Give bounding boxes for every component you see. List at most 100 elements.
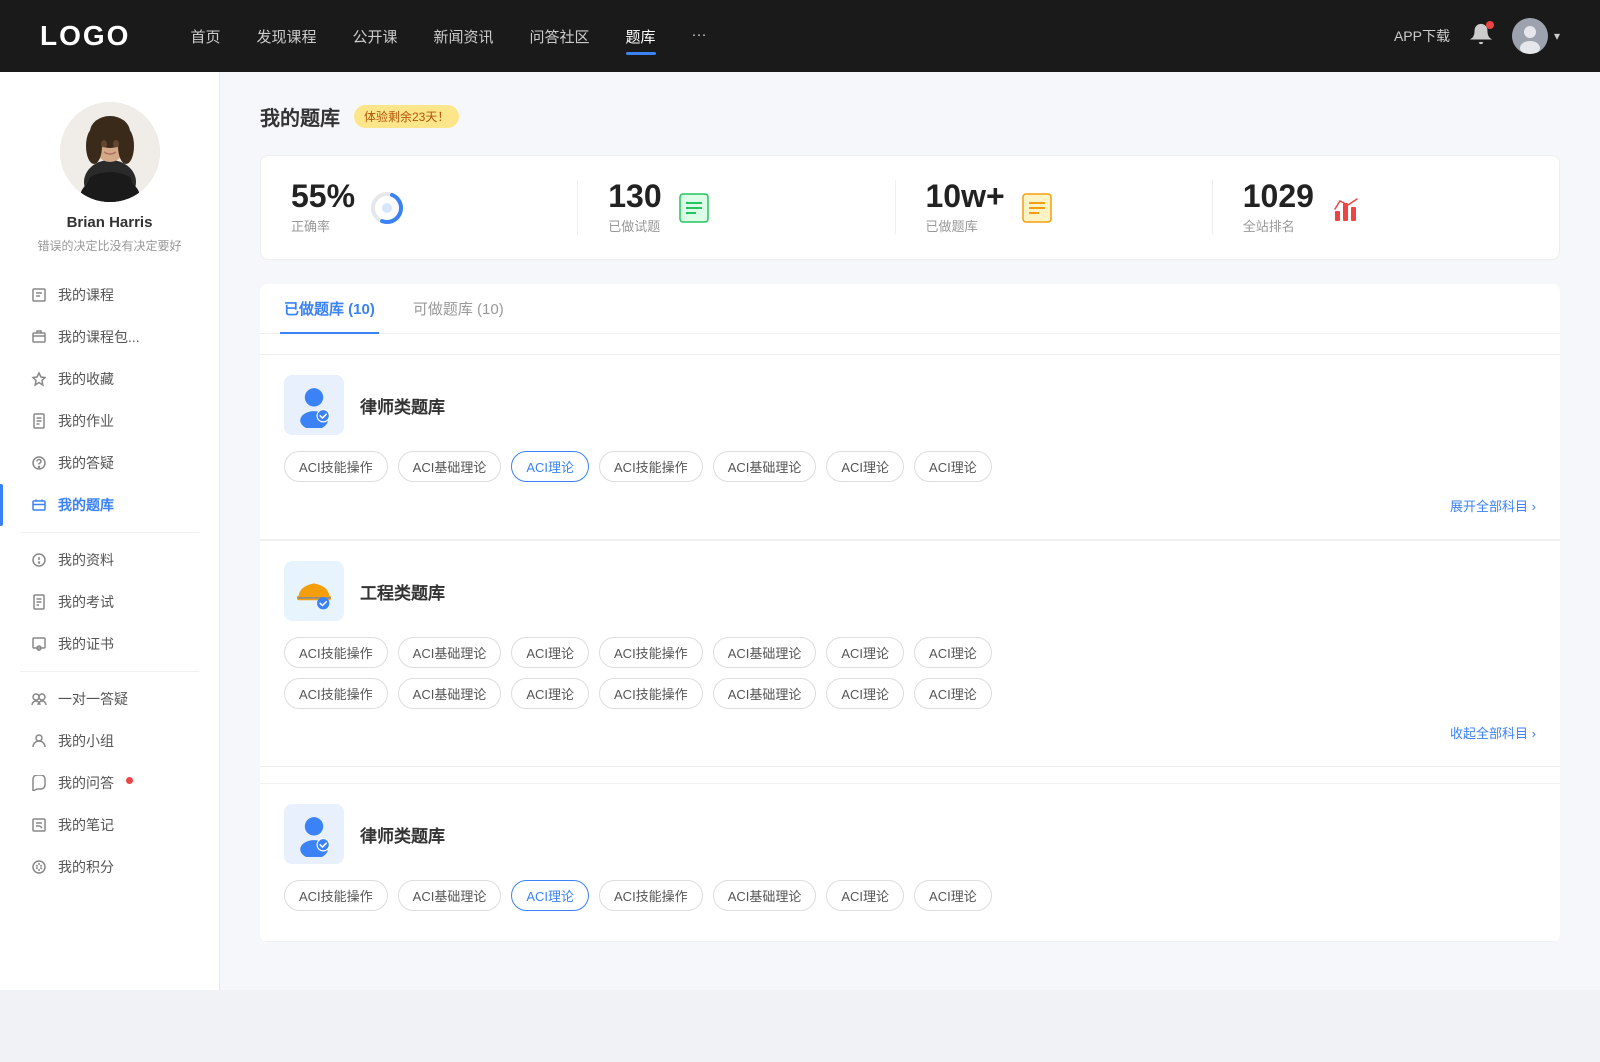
stat-rank-label: 全站排名 bbox=[1243, 216, 1314, 235]
notification-bell[interactable] bbox=[1470, 23, 1492, 50]
tag-1b-2[interactable]: ACI理论 bbox=[511, 678, 589, 709]
tag-2-5[interactable]: ACI理论 bbox=[826, 880, 904, 911]
star-icon bbox=[30, 370, 48, 388]
tag-2-1[interactable]: ACI基础理论 bbox=[398, 880, 502, 911]
qa-notification-dot bbox=[126, 777, 133, 784]
tags-row-1a: ACI技能操作 ACI基础理论 ACI理论 ACI技能操作 ACI基础理论 AC… bbox=[284, 637, 1536, 668]
homework-icon bbox=[30, 412, 48, 430]
bank-icon-person-0 bbox=[284, 375, 344, 435]
sidebar-item-label: 我的考试 bbox=[58, 592, 114, 612]
tag-0-5[interactable]: ACI理论 bbox=[826, 451, 904, 482]
sidebar-item-homework[interactable]: 我的作业 bbox=[0, 400, 219, 442]
exam-icon bbox=[30, 593, 48, 611]
sidebar-item-bank[interactable]: 我的题库 bbox=[0, 484, 219, 526]
nav-home[interactable]: 首页 bbox=[190, 22, 220, 51]
sidebar-item-label: 我的课程 bbox=[58, 285, 114, 305]
stat-rank-value: 1029 bbox=[1243, 180, 1314, 212]
nav-open-course[interactable]: 公开课 bbox=[352, 22, 397, 51]
sidebar-item-exam[interactable]: 我的考试 bbox=[0, 581, 219, 623]
group-icon bbox=[30, 732, 48, 750]
sidebar: Brian Harris 错误的决定比没有决定要好 我的课程 bbox=[0, 72, 220, 990]
stat-done-banks-value: 10w+ bbox=[926, 180, 1005, 212]
tag-1b-5[interactable]: ACI理论 bbox=[826, 678, 904, 709]
nav-news[interactable]: 新闻资讯 bbox=[434, 22, 494, 51]
sidebar-divider bbox=[20, 532, 199, 533]
app-download-link[interactable]: APP下载 bbox=[1394, 26, 1450, 46]
sidebar-item-label: 我的收藏 bbox=[58, 369, 114, 389]
sidebar-item-material[interactable]: 我的资料 bbox=[0, 539, 219, 581]
tag-1a-5[interactable]: ACI理论 bbox=[826, 637, 904, 668]
points-icon bbox=[30, 858, 48, 876]
nav-qa[interactable]: 问答社区 bbox=[530, 22, 590, 51]
tag-1a-2[interactable]: ACI理论 bbox=[511, 637, 589, 668]
question-icon bbox=[30, 774, 48, 792]
rank-chart-icon bbox=[1328, 190, 1364, 226]
bank-card-header-2: 律师类题库 bbox=[284, 804, 1536, 864]
nav-discover[interactable]: 发现课程 bbox=[256, 22, 316, 51]
sidebar-item-group[interactable]: 我的小组 bbox=[0, 720, 219, 762]
bank-icon-person-2 bbox=[284, 804, 344, 864]
tag-2-6[interactable]: ACI理论 bbox=[914, 880, 992, 911]
tag-0-1[interactable]: ACI基础理论 bbox=[398, 451, 502, 482]
tag-1b-1[interactable]: ACI基础理论 bbox=[398, 678, 502, 709]
bank-title-1: 工程类题库 bbox=[360, 579, 445, 604]
nav-bank[interactable]: 题库 bbox=[626, 22, 656, 51]
tag-0-3[interactable]: ACI技能操作 bbox=[599, 451, 703, 482]
questions-icon bbox=[676, 190, 712, 226]
tag-0-6[interactable]: ACI理论 bbox=[914, 451, 992, 482]
tag-1b-6[interactable]: ACI理论 bbox=[914, 678, 992, 709]
sidebar-item-label: 我的题库 bbox=[58, 495, 114, 515]
bank-icon-hardhat-1 bbox=[284, 561, 344, 621]
stat-accuracy: 55% 正确率 bbox=[291, 180, 578, 235]
tag-1b-4[interactable]: ACI基础理论 bbox=[713, 678, 817, 709]
tag-2-4[interactable]: ACI基础理论 bbox=[713, 880, 817, 911]
tag-1b-3[interactable]: ACI技能操作 bbox=[599, 678, 703, 709]
nav-more[interactable]: ··· bbox=[692, 22, 707, 51]
tag-1a-3[interactable]: ACI技能操作 bbox=[599, 637, 703, 668]
tag-1b-0[interactable]: ACI技能操作 bbox=[284, 678, 388, 709]
material-icon bbox=[30, 551, 48, 569]
sidebar-item-course[interactable]: 我的课程 bbox=[0, 274, 219, 316]
sidebar-item-package[interactable]: 我的课程包... bbox=[0, 316, 219, 358]
sidebar-item-favorites[interactable]: 我的收藏 bbox=[0, 358, 219, 400]
chevron-down-icon: ▾ bbox=[1554, 29, 1560, 43]
tag-1a-0[interactable]: ACI技能操作 bbox=[284, 637, 388, 668]
sidebar-item-label: 我的问答 bbox=[58, 773, 114, 793]
sidebar-item-my-qa[interactable]: 我的问答 bbox=[0, 762, 219, 804]
tag-1a-1[interactable]: ACI基础理论 bbox=[398, 637, 502, 668]
tab-done[interactable]: 已做题库 (10) bbox=[280, 284, 379, 333]
tag-0-0[interactable]: ACI技能操作 bbox=[284, 451, 388, 482]
tag-1a-4[interactable]: ACI基础理论 bbox=[713, 637, 817, 668]
tag-2-2[interactable]: ACI理论 bbox=[511, 880, 589, 911]
sidebar-item-label: 我的笔记 bbox=[58, 815, 114, 835]
collapse-link-1[interactable]: 收起全部科目 › bbox=[284, 719, 1536, 746]
tags-row-2: ACI技能操作 ACI基础理论 ACI理论 ACI技能操作 ACI基础理论 AC… bbox=[284, 880, 1536, 911]
tag-2-3[interactable]: ACI技能操作 bbox=[599, 880, 703, 911]
package-icon bbox=[30, 328, 48, 346]
stat-done-questions: 130 已做试题 bbox=[578, 180, 895, 235]
sidebar-item-notes[interactable]: 我的笔记 bbox=[0, 804, 219, 846]
tag-0-4[interactable]: ACI基础理论 bbox=[713, 451, 817, 482]
sidebar-item-label: 我的课程包... bbox=[58, 327, 140, 347]
notification-dot bbox=[1486, 21, 1494, 29]
banks-icon bbox=[1019, 190, 1055, 226]
sidebar-item-label: 一对一答疑 bbox=[58, 689, 128, 709]
content-area: 已做题库 (10) 可做题库 (10) bbox=[260, 284, 1560, 942]
sidebar-item-qa[interactable]: 我的答疑 bbox=[0, 442, 219, 484]
bank-card-header-0: 律师类题库 bbox=[284, 375, 1536, 435]
tag-0-2[interactable]: ACI理论 bbox=[511, 451, 589, 482]
sidebar-item-label: 我的资料 bbox=[58, 550, 114, 570]
expand-link-0[interactable]: 展开全部科目 › bbox=[284, 492, 1536, 519]
main-content: 我的题库 体验剩余23天！ 55% 正确率 bbox=[220, 72, 1600, 990]
sidebar-item-cert[interactable]: 我的证书 bbox=[0, 623, 219, 665]
tag-1a-6[interactable]: ACI理论 bbox=[914, 637, 992, 668]
tab-available[interactable]: 可做题库 (10) bbox=[409, 284, 508, 333]
page-title: 我的题库 bbox=[260, 102, 340, 131]
sidebar-item-points[interactable]: 我的积分 bbox=[0, 846, 219, 888]
user-avatar-area[interactable]: ▾ bbox=[1512, 18, 1560, 54]
bank-title-0: 律师类题库 bbox=[360, 393, 445, 418]
stat-done-banks-label: 已做题库 bbox=[926, 216, 1005, 235]
stat-accuracy-label: 正确率 bbox=[291, 216, 355, 235]
tag-2-0[interactable]: ACI技能操作 bbox=[284, 880, 388, 911]
sidebar-item-one-on-one[interactable]: 一对一答疑 bbox=[0, 678, 219, 720]
